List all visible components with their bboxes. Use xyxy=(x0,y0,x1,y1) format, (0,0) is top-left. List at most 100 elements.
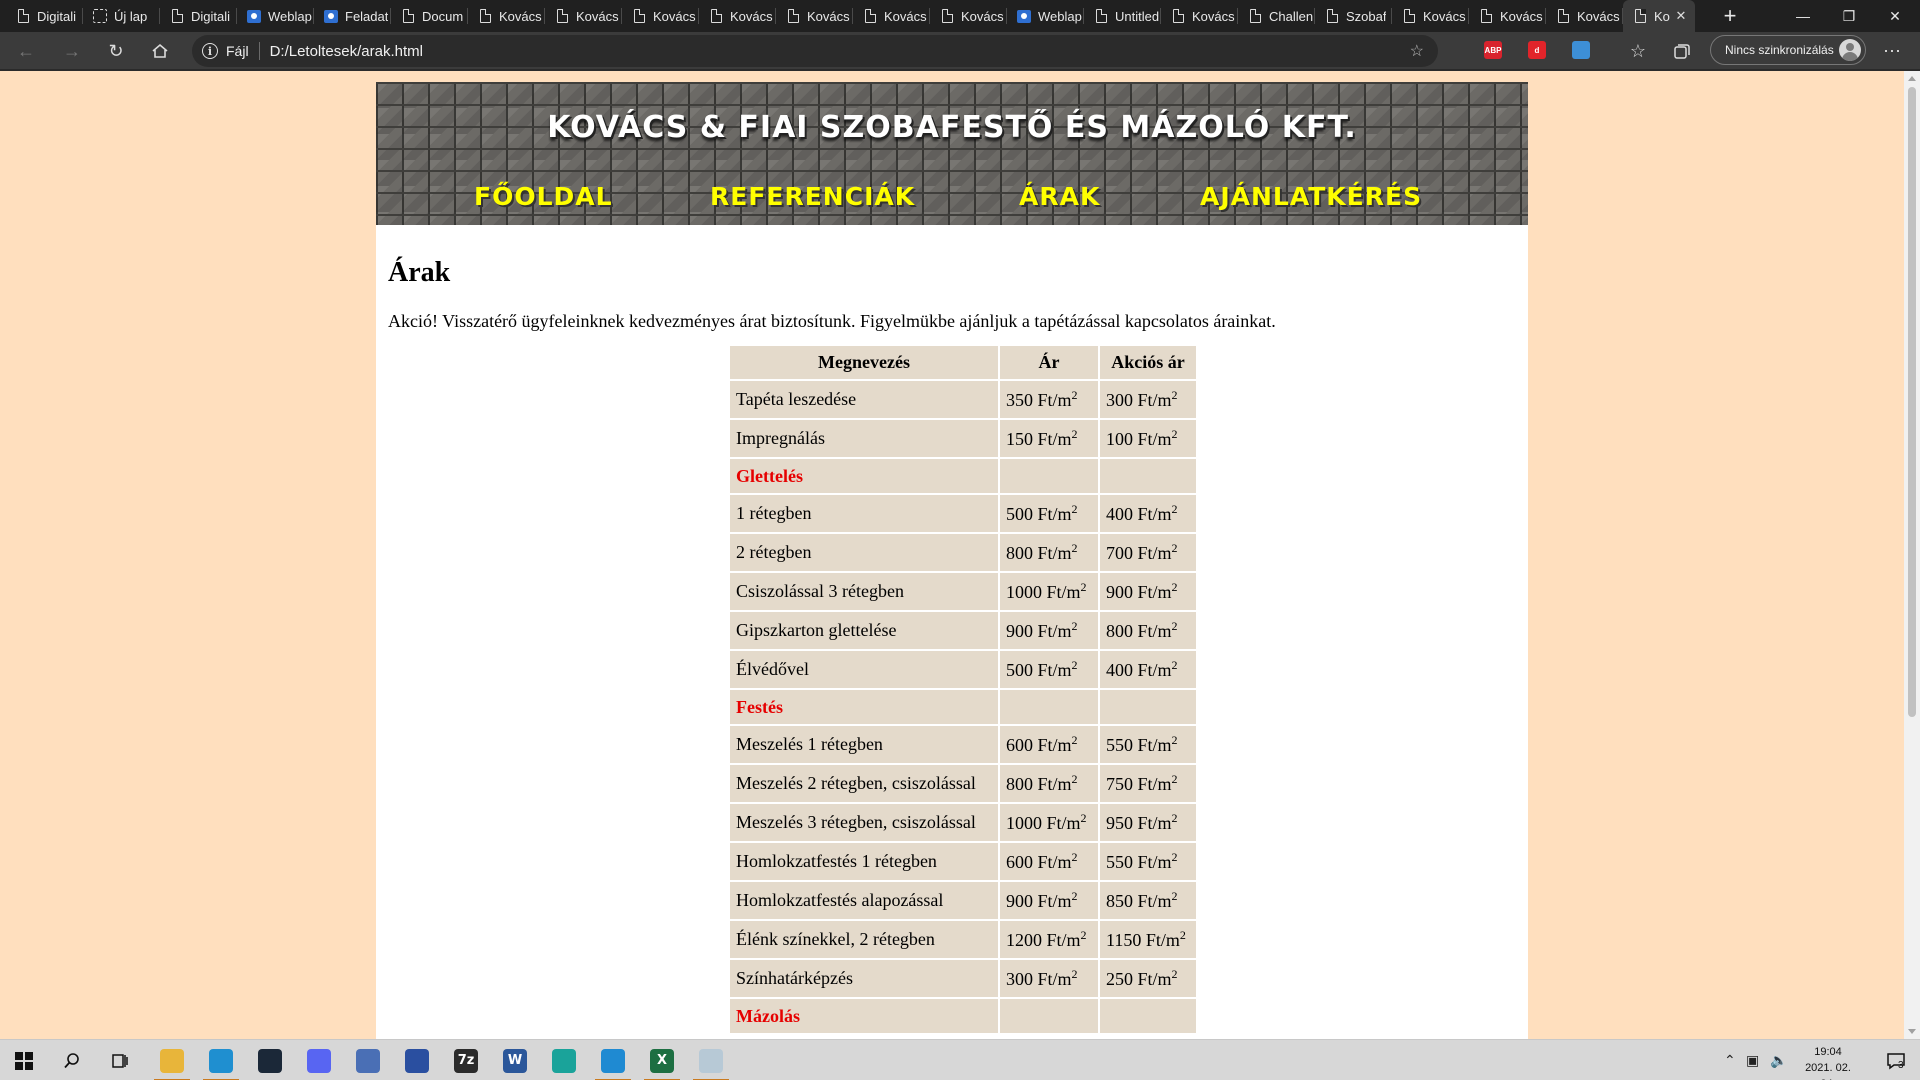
taskbar-app-button[interactable] xyxy=(393,1040,441,1080)
excel-icon: X xyxy=(650,1048,674,1073)
browser-tab[interactable]: Kovács xyxy=(545,0,622,32)
tab-favicon xyxy=(1094,8,1108,24)
browser-tab[interactable]: Kovács xyxy=(1546,0,1623,32)
browser-tab[interactable]: Weblap xyxy=(237,0,314,32)
browser-tab[interactable]: Kovács xyxy=(1469,0,1546,32)
table-section-row: Mázolás xyxy=(730,999,1196,1033)
nav-link-arak[interactable]: ÁRAK xyxy=(1019,182,1100,211)
browser-tab[interactable]: Challen xyxy=(1238,0,1315,32)
price-cell: 500 Ft/m2 xyxy=(1000,651,1098,688)
item-name-cell: Homlokzatfestés 1 rétegben xyxy=(730,843,998,880)
unit-label: Ft/m xyxy=(1137,735,1172,755)
browser-tab[interactable]: Kovács xyxy=(776,0,853,32)
price-value: 800 xyxy=(1006,774,1033,794)
search-button[interactable] xyxy=(48,1040,96,1080)
taskbar-app-button[interactable]: 7z xyxy=(442,1040,490,1080)
close-window-button[interactable]: ✕ xyxy=(1872,0,1918,32)
unit-exponent: 2 xyxy=(1071,541,1078,555)
browser-tab[interactable]: Digitali xyxy=(6,0,83,32)
unit-exponent: 2 xyxy=(1071,427,1078,441)
item-name-cell: 1 rétegben xyxy=(730,495,998,532)
browser-tab[interactable]: Weblap xyxy=(1007,0,1084,32)
taskbar-app-button[interactable] xyxy=(344,1040,392,1080)
collections-button[interactable] xyxy=(1666,36,1698,66)
taskbar-app-button[interactable] xyxy=(148,1040,196,1080)
browser-tab[interactable]: Docum xyxy=(391,0,468,32)
profile-button[interactable]: Nincs szinkronizálás xyxy=(1710,35,1866,65)
info-icon[interactable]: i xyxy=(202,43,218,59)
task-view-button[interactable] xyxy=(96,1040,144,1080)
browser-tab[interactable]: Kovács xyxy=(1392,0,1469,32)
empty-cell xyxy=(1100,999,1196,1033)
show-hidden-icons-icon[interactable]: ⌃ xyxy=(1724,1052,1736,1069)
adblock-icon[interactable]: ABP xyxy=(1484,41,1502,59)
browser-tab[interactable]: Szobaf xyxy=(1315,0,1392,32)
favorites-button[interactable]: ☆ xyxy=(1622,36,1654,66)
system-clock[interactable]: 19:04 2021. 02. 24. xyxy=(1796,1044,1860,1080)
doc-icon xyxy=(864,8,876,23)
tab-label: Feladat xyxy=(345,8,389,24)
add-favorite-icon[interactable]: ☆ xyxy=(1410,41,1424,61)
browser-tab[interactable]: Kovács xyxy=(468,0,545,32)
sale-price-cell: 250 Ft/m2 xyxy=(1100,960,1196,997)
tab-favicon xyxy=(247,8,261,24)
browser-tab[interactable]: Feladat xyxy=(314,0,391,32)
sale-price-cell: 900 Ft/m2 xyxy=(1100,573,1196,610)
scroll-up-arrow-icon[interactable] xyxy=(1908,76,1916,81)
browser-tab[interactable]: Új lap xyxy=(83,0,160,32)
back-button[interactable]: ← xyxy=(10,36,42,66)
taskbar-app-button[interactable] xyxy=(687,1040,735,1080)
sale-value: 250 xyxy=(1106,969,1133,989)
volume-icon[interactable]: 🔈 xyxy=(1770,1052,1787,1069)
item-name-cell: Impregnálás xyxy=(730,420,998,457)
notification-center-button[interactable]: 3 xyxy=(1872,1040,1920,1080)
new-tab-button[interactable]: + xyxy=(1716,2,1744,30)
close-tab-icon[interactable]: ✕ xyxy=(1673,8,1689,24)
price-value: 600 xyxy=(1006,735,1033,755)
start-button[interactable] xyxy=(0,1040,48,1080)
scrollbar-thumb[interactable] xyxy=(1908,87,1916,717)
page-scrollbar[interactable] xyxy=(1904,71,1920,1039)
scroll-down-arrow-icon[interactable] xyxy=(1908,1029,1916,1034)
vscode-icon xyxy=(601,1048,625,1073)
column-header-price: Ár xyxy=(1000,346,1098,379)
taskbar-app-button[interactable] xyxy=(540,1040,588,1080)
restore-button[interactable]: ❐ xyxy=(1826,0,1872,32)
price-value: 900 xyxy=(1006,891,1033,911)
nav-link-fooldal[interactable]: FŐOLDAL xyxy=(474,182,613,211)
nav-link-referenciak[interactable]: REFERENCIÁK xyxy=(710,182,915,211)
sale-value: 400 xyxy=(1106,660,1133,680)
settings-menu-button[interactable]: ⋯ xyxy=(1876,36,1908,66)
color-grid-icon[interactable] xyxy=(1572,41,1590,59)
unit-label: Ft/m xyxy=(1037,543,1072,563)
nav-link-ajanlatkeres[interactable]: AJÁNLATKÉRÉS xyxy=(1200,182,1422,211)
home-button[interactable] xyxy=(144,36,176,66)
doc-icon xyxy=(633,8,645,23)
browser-tab[interactable]: Kovács xyxy=(1161,0,1238,32)
red-d-icon[interactable]: d xyxy=(1528,41,1546,59)
browser-tab[interactable]: Kovács xyxy=(853,0,930,32)
browser-tab[interactable]: Kovács xyxy=(930,0,1007,32)
taskbar-app-button[interactable] xyxy=(197,1040,245,1080)
reload-button[interactable]: ↻ xyxy=(100,36,132,66)
minimize-button[interactable]: — xyxy=(1780,0,1826,32)
taskbar-app-button[interactable]: W xyxy=(491,1040,539,1080)
taskbar-app-button[interactable] xyxy=(295,1040,343,1080)
forward-button[interactable]: → xyxy=(56,36,88,66)
taskbar-app-button[interactable]: X xyxy=(638,1040,686,1080)
browser-tab[interactable]: Kovács xyxy=(622,0,699,32)
network-icon[interactable]: ▣ xyxy=(1746,1052,1759,1069)
price-cell: 600 Ft/m2 xyxy=(1000,843,1098,880)
browser-tab[interactable]: Untitled xyxy=(1084,0,1161,32)
taskbar-app-button[interactable] xyxy=(589,1040,637,1080)
tab-favicon xyxy=(1556,8,1570,24)
browser-tab[interactable]: Kovács xyxy=(699,0,776,32)
browser-tab[interactable]: Digitali xyxy=(160,0,237,32)
address-bar[interactable]: i Fájl D:/Letoltesek/arak.html ☆ xyxy=(192,35,1438,67)
active-browser-tab[interactable]: Ko ✕ xyxy=(1623,0,1695,32)
unit-label: Ft/m xyxy=(1037,969,1072,989)
taskbar-app-button[interactable] xyxy=(246,1040,294,1080)
url-text[interactable]: D:/Letoltesek/arak.html xyxy=(270,43,423,60)
unit-exponent: 2 xyxy=(1171,427,1178,441)
tab-label: Kovács xyxy=(1577,8,1620,24)
